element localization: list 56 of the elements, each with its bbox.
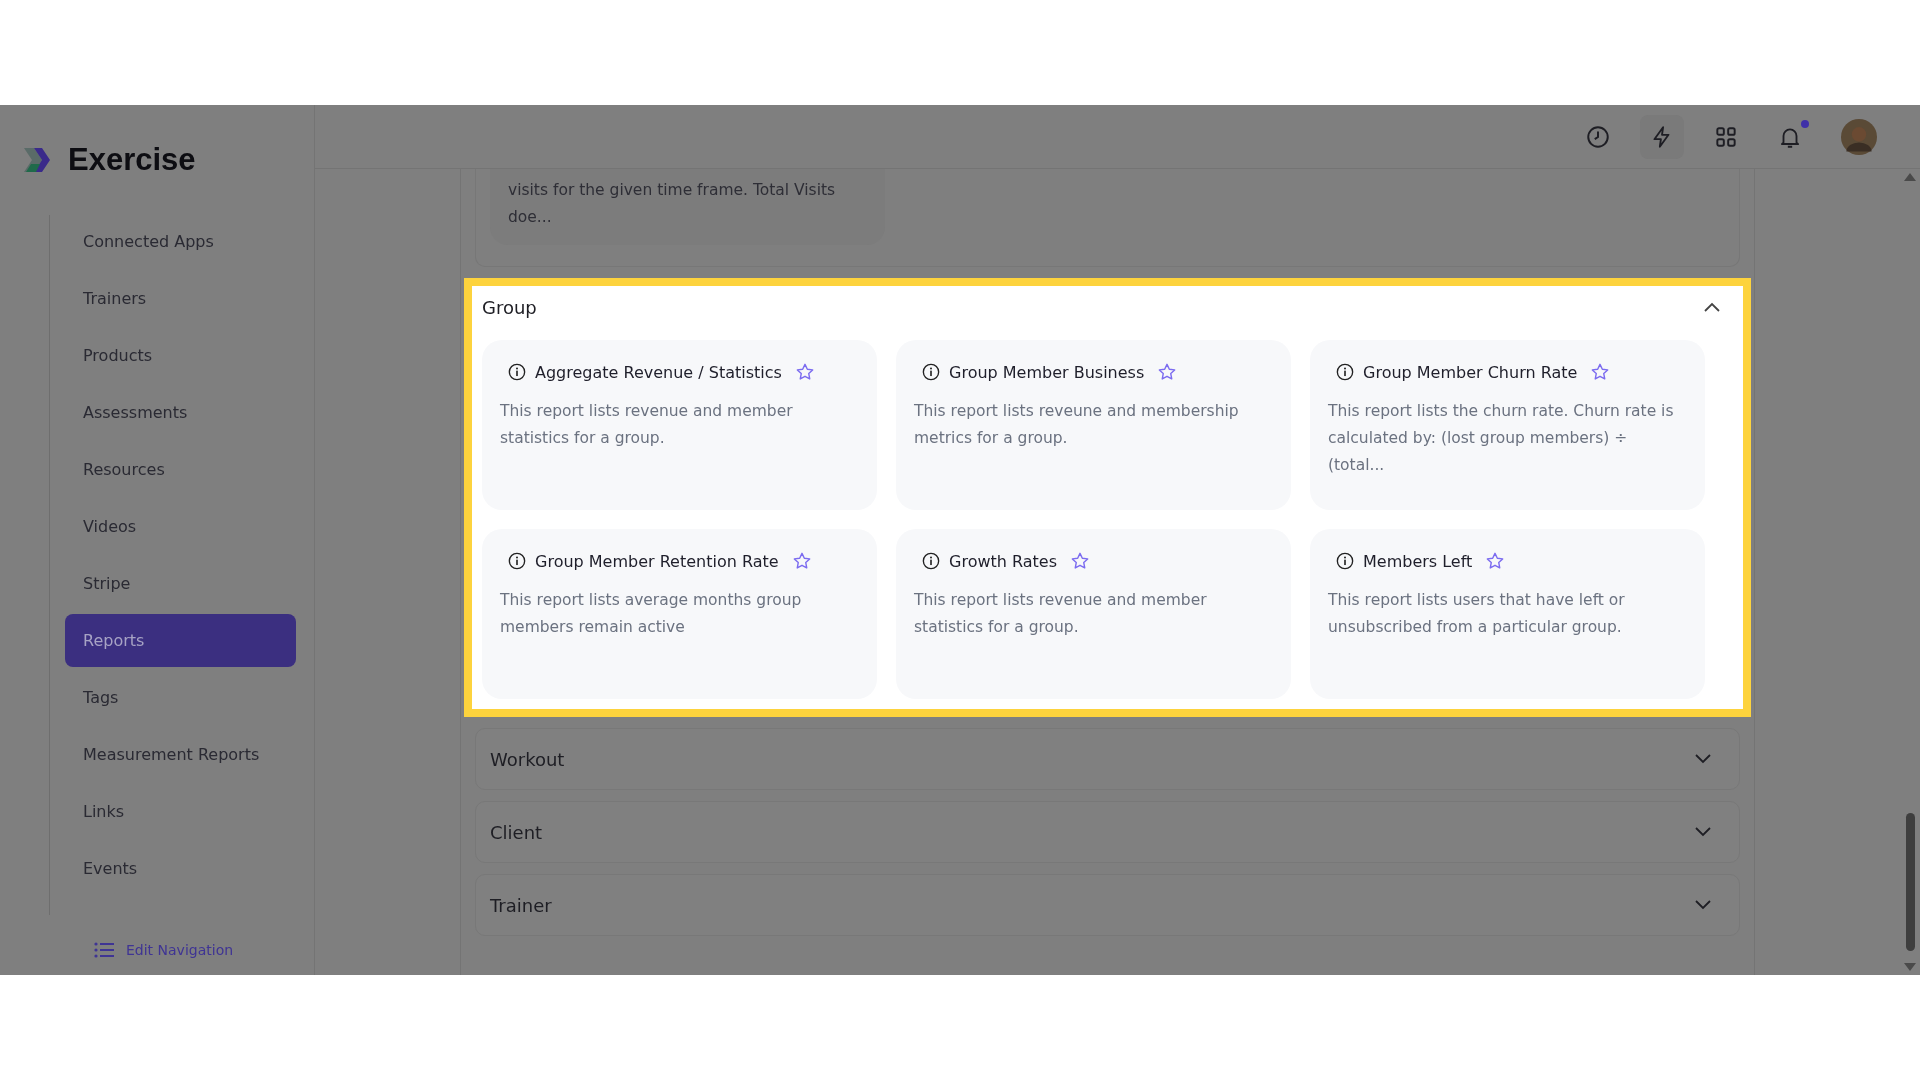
- section-title: Trainer: [490, 894, 552, 916]
- report-title: Members Left: [1363, 551, 1473, 571]
- report-description: This report lists the churn rate. Churn rate is calculated by: (lost group members) ÷ (total...: [1328, 401, 1675, 476]
- report-card[interactable]: Aggregate Revenue / Statistics This report lists revenue and member statistics for a group.: [482, 340, 877, 510]
- sidebar-item[interactable]: Trainers: [65, 272, 296, 325]
- report-title: Group Member Churn Rate: [1363, 362, 1578, 382]
- sidebar-item[interactable]: Products: [65, 329, 296, 382]
- report-card[interactable]: Members Left This report lists users that have left or unsubscribed from a particular group.: [1310, 529, 1705, 699]
- sidebar-item[interactable]: Tags: [65, 671, 296, 724]
- star-icon[interactable]: [1157, 362, 1178, 382]
- sidebar-item[interactable]: Reports: [65, 614, 296, 667]
- section-title: Client: [490, 821, 543, 843]
- report-description: visits for the given time frame. Total Visits doe...: [508, 180, 837, 228]
- info-icon: [508, 552, 526, 570]
- sidebar-item[interactable]: Events: [65, 842, 296, 895]
- list-icon: [94, 942, 114, 958]
- info-icon: [1336, 363, 1354, 381]
- star-icon[interactable]: [791, 551, 812, 571]
- sidebar-item[interactable]: Links: [65, 785, 296, 838]
- section-title: Workout: [490, 748, 565, 770]
- sidebar-item[interactable]: Stripe: [65, 557, 296, 610]
- report-description: This report lists reveune and membership metrics for a group.: [914, 401, 1240, 449]
- edit-navigation-link[interactable]: Edit Navigation: [0, 925, 314, 975]
- sidebar-item[interactable]: Videos: [65, 500, 296, 553]
- report-description: This report lists revenue and member statistics for a group.: [500, 401, 794, 449]
- report-description: This report lists revenue and member statistics for a group.: [914, 590, 1208, 638]
- report-card[interactable]: Group Member Retention Rate This report lists average months group members remain active: [482, 529, 877, 699]
- report-card[interactable]: Growth Rates This report lists revenue and member statistics for a group.: [896, 529, 1291, 699]
- avatar[interactable]: [1841, 118, 1877, 155]
- report-title: Group Member Retention Rate: [535, 551, 779, 571]
- report-title: Group Member Business: [949, 362, 1145, 382]
- chevron-icon[interactable]: [1695, 827, 1711, 837]
- report-card[interactable]: Group Member Business This report lists reveune and membership metrics for a group.: [896, 340, 1291, 510]
- report-title: Aggregate Revenue / Statistics: [535, 362, 782, 382]
- info-icon: [1336, 552, 1354, 570]
- sidebar-item[interactable]: Assessments: [65, 386, 296, 439]
- star-icon[interactable]: [1070, 551, 1091, 571]
- chevron-icon[interactable]: [1695, 754, 1711, 764]
- report-title: Growth Rates: [949, 551, 1058, 571]
- section-title: Group: [482, 296, 537, 318]
- info-icon: [508, 363, 526, 381]
- sidebar-item[interactable]: Resources: [65, 443, 296, 496]
- star-icon[interactable]: [1590, 362, 1611, 382]
- info-icon: [922, 552, 940, 570]
- sidebar-item[interactable]: Measurement Reports: [65, 728, 296, 781]
- sidebar-item[interactable]: Connected Apps: [65, 215, 296, 268]
- report-description: This report lists users that have left or unsubscribed from a particular group.: [1328, 590, 1626, 638]
- chevron-icon[interactable]: [1695, 900, 1711, 910]
- report-card[interactable]: Group Member Churn Rate This report lists the churn rate. Churn rate is calculated by: (lost group members) ÷ (total...: [1310, 340, 1705, 510]
- clock-icon[interactable]: [1585, 123, 1611, 150]
- report-description: This report lists average months group members remain active: [500, 590, 803, 638]
- app-name: Exercise: [68, 142, 196, 178]
- star-icon[interactable]: [1485, 551, 1506, 571]
- info-icon: [922, 363, 940, 381]
- chevron-icon[interactable]: [1704, 302, 1720, 312]
- star-icon[interactable]: [794, 362, 815, 382]
